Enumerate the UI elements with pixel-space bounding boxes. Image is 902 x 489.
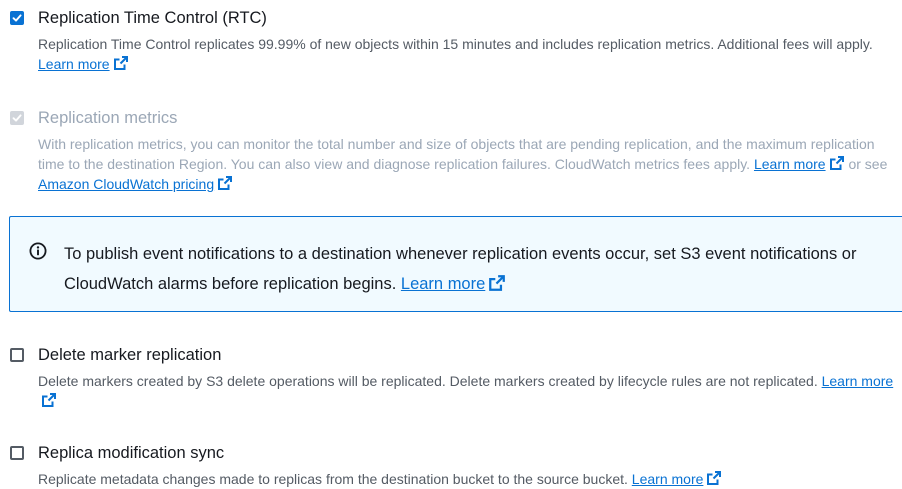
external-link-icon[interactable] [488,274,506,292]
metrics-description: With replication metrics, you can monito… [38,134,902,194]
rtc-checkbox[interactable] [10,11,24,25]
replica-sync-option: Replica modification sync Replicate meta… [10,443,902,489]
delete-marker-option-row: Delete marker replication Delete markers… [10,345,902,411]
external-link-icon[interactable] [41,392,57,408]
info-alert: To publish event notifications to a dest… [9,216,902,312]
replica-sync-title[interactable]: Replica modification sync [38,443,902,464]
metrics-learn-more-link[interactable]: Learn more [754,156,826,172]
replica-sync-description-text: Replicate metadata changes made to repli… [38,471,628,487]
replica-sync-text: Replica modification sync Replicate meta… [38,443,902,489]
metrics-option: Replication metrics With replication met… [10,108,902,194]
metrics-checkbox [10,111,24,125]
replica-sync-learn-more-link[interactable]: Learn more [632,471,704,487]
rtc-learn-more-label: Learn more [38,56,110,72]
cloudwatch-pricing-link[interactable]: Amazon CloudWatch pricing [38,176,214,192]
metrics-description-text: With replication metrics, you can monito… [38,136,875,172]
info-alert-line-1: To publish event notifications to a dest… [64,245,857,263]
delete-marker-description: Delete markers created by S3 delete oper… [38,371,902,411]
replica-sync-option-row: Replica modification sync Replicate meta… [10,443,902,489]
metrics-title: Replication metrics [38,109,178,127]
alert-learn-more-label: Learn more [400,275,486,293]
rtc-option: Replication Time Control (RTC) Replicati… [10,8,902,74]
checkmark-icon [12,14,22,22]
external-link-icon[interactable] [706,470,722,486]
delete-marker-checkbox[interactable] [10,348,24,362]
delete-marker-title[interactable]: Delete marker replication [38,345,902,366]
rtc-description: Replication Time Control replicates 99.9… [38,34,902,74]
rtc-option-row: Replication Time Control (RTC) Replicati… [10,8,902,74]
replica-sync-learn-more-label: Learn more [631,471,704,487]
replica-sync-checkbox[interactable] [10,446,24,460]
checkmark-icon [12,114,22,122]
replica-sync-description: Replicate metadata changes made to repli… [38,469,902,489]
info-alert-line-2-text: CloudWatch alarms before replication beg… [64,275,397,293]
info-alert-line-2: CloudWatch alarms before replication beg… [64,269,856,299]
metrics-learn-more-label: Learn more [753,156,826,172]
delete-marker-option: Delete marker replication Delete markers… [10,345,902,411]
external-link-icon[interactable] [113,55,129,71]
info-alert-text: To publish event notifications to a dest… [64,239,856,299]
rtc-learn-more-link[interactable]: Learn more [38,56,110,72]
metrics-option-row: Replication metrics With replication met… [10,108,902,194]
delete-marker-description-text: Delete markers created by S3 delete oper… [38,373,818,389]
delete-marker-text: Delete marker replication Delete markers… [38,345,902,411]
rtc-text: Replication Time Control (RTC) Replicati… [38,8,902,74]
rtc-title[interactable]: Replication Time Control (RTC) [38,8,902,29]
rtc-description-text: Replication Time Control replicates 99.9… [38,36,873,52]
external-link-icon[interactable] [217,175,233,191]
metrics-text: Replication metrics With replication met… [38,108,902,194]
external-link-icon[interactable] [829,155,845,171]
delete-marker-learn-more-label: Learn more [821,373,894,389]
cloudwatch-pricing-label: Amazon CloudWatch pricing [38,176,215,192]
alert-learn-more-link[interactable]: Learn more [401,275,485,293]
metrics-or-see-text: or see [848,156,888,172]
info-icon [29,242,47,260]
delete-marker-learn-more-link[interactable]: Learn more [822,373,894,389]
